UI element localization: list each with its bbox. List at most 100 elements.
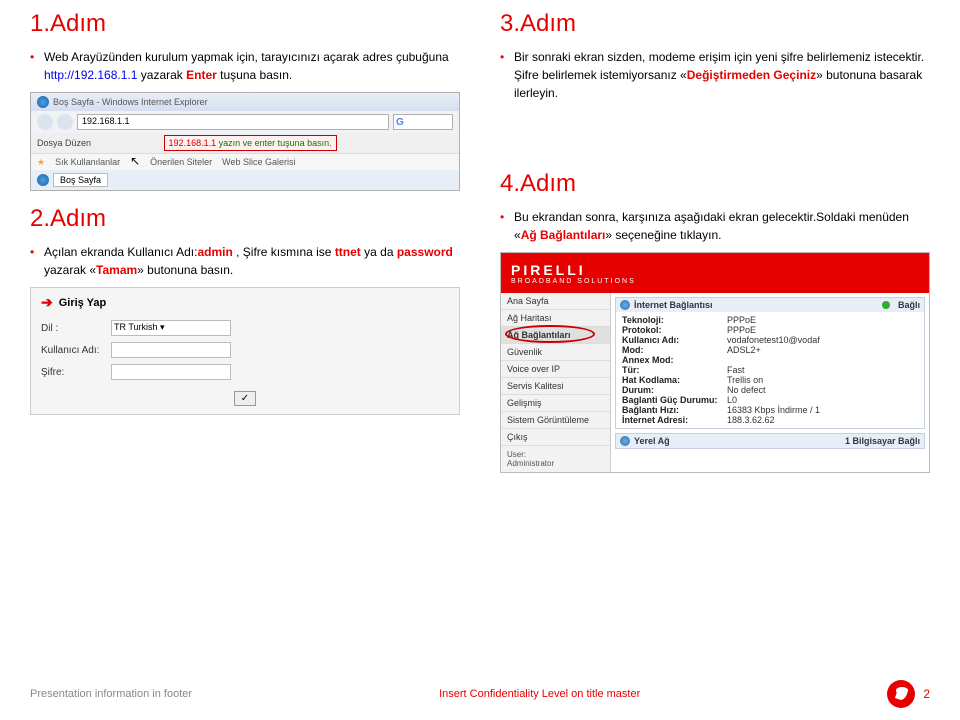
s4-l2: » seçeneğine tıklayın.: [605, 228, 721, 242]
user-lbl: User:: [507, 450, 526, 459]
step1-text: Web Arayüzünden kurulum yapmak için, tar…: [30, 48, 460, 84]
kv-row: Mod:ADSL2+: [622, 345, 918, 355]
ie-tab[interactable]: Boş Sayfa: [53, 173, 108, 187]
login-row-user: Kullanıcı Adı:: [31, 339, 459, 361]
nav-voip[interactable]: Voice over IP: [501, 361, 610, 378]
ie-tab-row: Boş Sayfa: [31, 170, 459, 190]
panel-lan: Yerel Ağ 1 Bilgisayar Bağlı: [615, 433, 925, 449]
nav-agharitasi[interactable]: Ağ Haritası: [501, 310, 610, 327]
kv-key: Kullanıcı Adı:: [622, 335, 727, 345]
login-arrow-icon: ➔: [41, 294, 53, 311]
panel-internet-header: İnternet Bağlantısı Bağlı: [616, 298, 924, 312]
panel2-title: Yerel Ağ: [634, 436, 670, 446]
address-input[interactable]: 192.168.1.1: [77, 114, 389, 130]
step1-mid: yazarak: [141, 68, 186, 82]
step1-pre: Web Arayüzünden kurulum yapmak için, tar…: [44, 50, 449, 64]
kv-key: Annex Mod:: [622, 355, 727, 365]
kv-val: PPPoE: [727, 325, 756, 335]
step1-url: http://192.168.1.1: [44, 68, 137, 82]
s3-btn: Değiştirmeden Geçiniz: [687, 68, 816, 82]
ie-fav-row: ★ Sık Kullanılanlar Önerilen Siteler Web…: [31, 153, 459, 170]
pass-label: Şifre:: [41, 367, 111, 378]
nav-agbaglantilari[interactable]: Ağ Bağlantıları: [501, 327, 610, 344]
kv-key: Teknoloji:: [622, 315, 727, 325]
fav-label[interactable]: Sık Kullanılanlar: [55, 157, 120, 167]
nav-sistem[interactable]: Sistem Görüntüleme: [501, 412, 610, 429]
kv-key: Durum:: [622, 385, 727, 395]
s2-post: » butonuna basın.: [137, 263, 233, 277]
panel-lan-header: Yerel Ağ 1 Bilgisayar Bağlı: [616, 434, 924, 448]
search-box[interactable]: G: [393, 114, 453, 130]
nav-guvenlik[interactable]: Güvenlik: [501, 344, 610, 361]
lang-label: Dil :: [41, 323, 111, 334]
slide-footer: Presentation information in footer Inser…: [0, 680, 960, 708]
fav2[interactable]: Önerilen Siteler: [150, 157, 212, 167]
nav-cikis[interactable]: Çıkış: [501, 429, 610, 446]
kv-key: Mod:: [622, 345, 727, 355]
kv-key: Bağlantı Hızı:: [622, 405, 727, 415]
user-input[interactable]: [111, 342, 231, 358]
kv-val: ADSL2+: [727, 345, 761, 355]
back-button[interactable]: [37, 114, 53, 130]
tab-ie-icon: [37, 174, 49, 186]
google-icon: G: [396, 117, 404, 128]
step1-enter: Enter: [186, 68, 217, 82]
pass-input[interactable]: [111, 364, 231, 380]
kv-row: Bağlantı Hızı:16383 Kbps İndirme / 1: [622, 405, 918, 415]
callout-hint: yazın ve enter tuşuna basın.: [219, 138, 332, 148]
forward-button[interactable]: [57, 114, 73, 130]
s2-admin: admin: [197, 245, 232, 259]
s2-ttnet: ttnet: [335, 245, 361, 259]
router-main: İnternet Bağlantısı Bağlı Teknoloji:PPPo…: [611, 293, 929, 472]
kv-val: Trellis on: [727, 375, 763, 385]
login-submit[interactable]: ✓: [234, 391, 256, 406]
nav-gelismis[interactable]: Gelişmiş: [501, 395, 610, 412]
kv-key: İnternet Adresi:: [622, 415, 727, 425]
fav3[interactable]: Web Slice Galerisi: [222, 157, 295, 167]
kv-row: Tür:Fast: [622, 365, 918, 375]
kv-row: Teknoloji:PPPoE: [622, 315, 918, 325]
step2-text: Açılan ekranda Kullanıcı Adı:admin , Şif…: [30, 243, 460, 279]
s2-password: password: [397, 245, 453, 259]
step1-post: tuşuna basın.: [220, 68, 292, 82]
ie-menu-row: Dosya Düzen 192.168.1.1 yazın ve enter t…: [31, 133, 459, 153]
kv-key: Protokol:: [622, 325, 727, 335]
ie-titlebar: Boş Sayfa - Windows Internet Explorer: [31, 93, 459, 111]
nav-agbaglantilari-label: Ağ Bağlantıları: [507, 330, 571, 340]
step2-title: 2.Adım: [30, 205, 460, 233]
panel1-status: Bağlı: [898, 300, 920, 310]
address-callout: 192.168.1.1 yazın ve enter tuşuna basın.: [164, 138, 337, 148]
nav-anasayfa[interactable]: Ana Sayfa: [501, 293, 610, 310]
globe-icon: [620, 300, 630, 310]
kv-val: 188.3.62.62: [727, 415, 775, 425]
router-ui: PIRELLI BROADBAND SOLUTIONS Ana Sayfa Ağ…: [500, 252, 930, 473]
ie-address-row: 192.168.1.1 G: [31, 111, 459, 133]
kv-val: vodafonetest10@vodaf: [727, 335, 820, 345]
panel-internet: İnternet Bağlantısı Bağlı Teknoloji:PPPo…: [615, 297, 925, 429]
s2-tamam: Tamam: [96, 263, 137, 277]
router-header: PIRELLI BROADBAND SOLUTIONS: [501, 253, 929, 293]
step1-title: 1.Adım: [30, 10, 460, 38]
ie-menu[interactable]: Dosya Düzen: [37, 138, 91, 148]
kv-row: Kullanıcı Adı:vodafonetest10@vodaf: [622, 335, 918, 345]
panel1-title: İnternet Bağlantısı: [634, 300, 713, 310]
login-row-lang: Dil : TR Turkish ▾: [31, 317, 459, 339]
kv-row: Annex Mod:: [622, 355, 918, 365]
s4-btn: Ağ Bağlantıları: [521, 228, 606, 242]
kv-key: Baglanti Güç Durumu:: [622, 395, 727, 405]
lang-select[interactable]: TR Turkish ▾: [111, 320, 231, 336]
ie-browser-mock: Boş Sayfa - Windows Internet Explorer 19…: [30, 92, 460, 191]
s2-pre: Açılan ekranda Kullanıcı Adı:: [44, 245, 197, 259]
star-icon: ★: [37, 157, 45, 168]
ie-icon: [37, 96, 49, 108]
footer-left: Presentation information in footer: [30, 688, 192, 700]
login-title: Giriş Yap: [59, 297, 107, 309]
step3-title: 3.Adım: [500, 10, 930, 38]
nav-user: User: Administrator: [501, 446, 610, 472]
kv-val: No defect: [727, 385, 766, 395]
kv-row: Durum:No defect: [622, 385, 918, 395]
nav-servis[interactable]: Servis Kalitesi: [501, 378, 610, 395]
login-header: ➔ Giriş Yap: [31, 288, 459, 317]
s2-mid3: yazarak «: [44, 263, 96, 277]
login-panel: ➔ Giriş Yap Dil : TR Turkish ▾ Kullanıcı…: [30, 287, 460, 415]
